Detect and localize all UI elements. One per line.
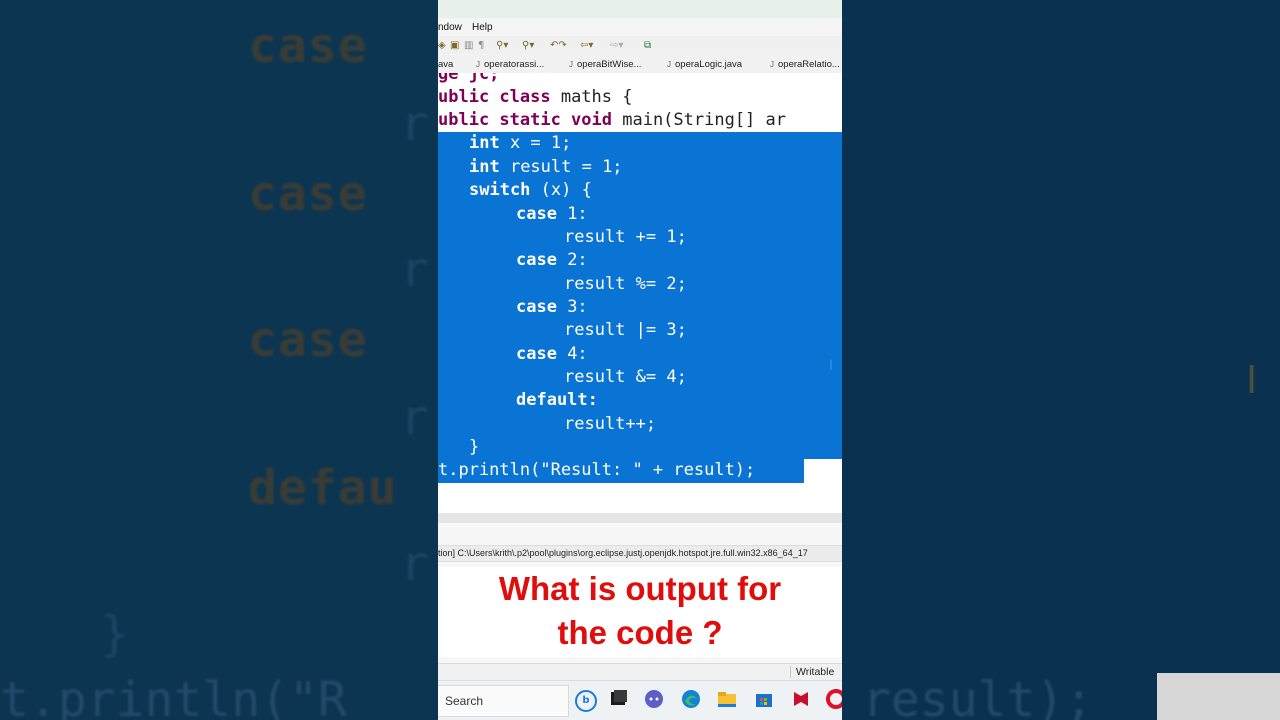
java-file-icon: J (770, 60, 774, 69)
tab-operatorassi[interactable]: Joperatorassi... (476, 59, 544, 70)
pilcrow-icon[interactable]: ¶ (478, 40, 484, 51)
menu-help[interactable]: Help (472, 22, 493, 33)
task-view-icon[interactable] (609, 689, 629, 709)
bg-word: case (248, 312, 368, 368)
code-line: int result = 1; (469, 157, 623, 177)
code-line: ublic static void main(String[] ar (438, 110, 786, 130)
bg-faint: } (100, 606, 129, 662)
toolbar-icon[interactable]: ▣ (450, 40, 459, 51)
bg-word: defau (248, 460, 398, 516)
bg-println-right: result); (862, 672, 1094, 720)
bg-faint: r (400, 242, 429, 298)
menu-window[interactable]: ndow (438, 22, 462, 33)
code-line: case 3: (516, 297, 588, 317)
code-line: t.println("Result: " + result); (438, 460, 756, 480)
panel-divider[interactable] (438, 513, 842, 523)
java-file-icon: J (569, 60, 573, 69)
code-line: default: (516, 390, 598, 410)
mcafee-icon[interactable] (791, 689, 811, 709)
search-label: Search (445, 694, 484, 708)
toolbar-icon[interactable]: ▥ (464, 40, 473, 51)
code-line: result &= 4; (564, 367, 687, 387)
status-separator (790, 666, 791, 678)
java-file-icon: J (667, 60, 671, 69)
bing-icon[interactable]: b (575, 690, 597, 712)
opera-icon[interactable] (826, 689, 842, 709)
tab-java[interactable]: ava (438, 59, 453, 70)
bg-word: case (248, 18, 368, 74)
code-line: result += 1; (564, 227, 687, 247)
writable-status: Writable (796, 666, 835, 678)
file-explorer-icon[interactable] (717, 689, 737, 709)
console-panel: tion] C:\Users\krith\.p2\pool\plugins\or… (438, 523, 842, 663)
bg-word: case (248, 166, 368, 222)
tab-operabitwise[interactable]: JoperaBitWise... (569, 59, 641, 70)
background-right: I result); (842, 0, 1280, 720)
toolbar-icon[interactable]: ⚲▾ (496, 40, 508, 51)
toolbar-icon[interactable]: ◈ (438, 40, 446, 51)
question-line: What is output for (498, 570, 782, 607)
arrow-left-icon[interactable]: ⇦▾ (580, 40, 593, 51)
menu-bar: ndow Help (438, 18, 842, 36)
bg-faint: r (400, 536, 429, 592)
code-line: case 4: (516, 344, 588, 364)
title-strip (438, 0, 842, 18)
code-line: case 2: (516, 250, 588, 270)
bg-faint: r (400, 96, 429, 152)
windows-taskbar: Search b (438, 680, 842, 720)
background-left: case r case r case r defau r } t.println… (0, 0, 438, 720)
code-line: result |= 3; (564, 320, 687, 340)
status-bar: Writable (438, 663, 842, 680)
code-line: ublic class maths { (438, 87, 633, 107)
code-line: switch (x) { (469, 180, 592, 200)
taskbar-search[interactable]: Search (438, 685, 569, 717)
nav-back-icon[interactable]: ↶↷ (550, 40, 567, 51)
code-line: result %= 2; (564, 274, 687, 294)
code-line: ge jc; (438, 73, 500, 84)
toolbar: ◈ ▣ ▥ ¶ ⚲▾ ⚲▾ ↶↷ ⇦▾ ⇨▾ ⧉ (438, 36, 842, 54)
question-overlay: What is output for the code ? (438, 567, 842, 657)
eclipse-window: ndow Help ◈ ▣ ▥ ¶ ⚲▾ ⚲▾ ↶↷ ⇦▾ ⇨▾ ⧉ ava J… (438, 0, 842, 720)
text-cursor-icon: I (829, 358, 834, 374)
tab-operarelatio[interactable]: JoperaRelatio... (770, 59, 840, 70)
bg-faint: r (400, 390, 429, 446)
arrow-right-icon[interactable]: ⇨▾ (610, 40, 623, 51)
code-line: } (469, 437, 480, 457)
bg-box (1157, 673, 1280, 720)
console-path: tion] C:\Users\krith\.p2\pool\plugins\or… (438, 545, 842, 562)
edge-icon[interactable] (681, 689, 701, 709)
store-icon[interactable] (754, 689, 774, 709)
question-line: the code ? (557, 614, 723, 651)
code-editor[interactable]: ge jc; ublic class maths { ublic static … (438, 73, 842, 513)
java-file-icon: J (476, 60, 480, 69)
tab-operalogic[interactable]: JoperaLogic.java (667, 59, 742, 70)
code-line: int x = 1; (469, 133, 572, 153)
chat-icon[interactable] (644, 689, 664, 709)
editor-tabs: ava Joperatorassi... JoperaBitWise... Jo… (438, 55, 842, 74)
open-perspective-icon[interactable]: ⧉ (644, 40, 651, 51)
text-cursor-icon: I (1246, 358, 1258, 402)
toolbar-icon[interactable]: ⚲▾ (522, 40, 534, 51)
bg-println: t.println("R (0, 672, 347, 720)
code-line: result++; (564, 414, 657, 434)
code-line: case 1: (516, 204, 588, 224)
